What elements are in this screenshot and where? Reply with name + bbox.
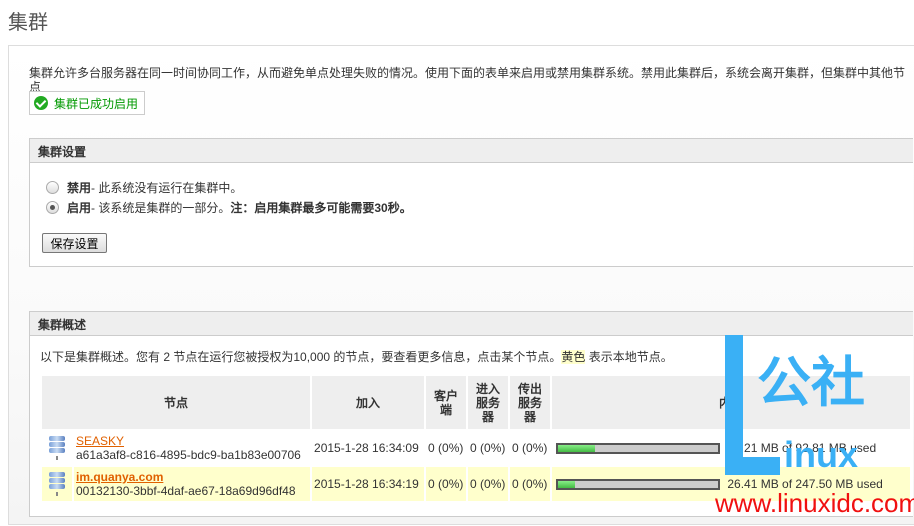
memory-bar-fill: [558, 481, 576, 489]
settings-title: 集群设置: [30, 139, 913, 163]
server-icon-cell: [42, 467, 72, 501]
joined: 2015-1-28 16:34:19: [312, 467, 425, 501]
outgoing: 0 (0%): [512, 441, 548, 455]
memory-bar: [556, 443, 721, 455]
memory-text: 26.41 MB of 247.50 MB used: [727, 477, 883, 491]
option-label: 禁用: [67, 181, 92, 195]
server-icon: [49, 472, 65, 496]
option-enable[interactable]: 启用 - 该系统是集群的一部分。 注：启用集群最多可能需要30秒。: [46, 199, 412, 216]
table-row[interactable]: SEASKY a61a3af8-c816-4895-bdc9-ba1b83e007…: [42, 431, 910, 465]
overview-text-after: 表示本地节点。: [585, 350, 673, 364]
option-note: 注：启用集群最多可能需要30秒。: [230, 201, 412, 215]
radio-enable[interactable]: [46, 201, 59, 214]
clients: 0 (0%): [428, 441, 464, 455]
cluster-overview-box: 集群概述 以下是集群概述。您有 2 节点在运行您被授权为10,000 的节点，要…: [29, 311, 913, 517]
node-id: 00132130-3bbf-4daf-ae67-18a69d96df48: [76, 484, 296, 498]
overview-text-main: 以下是集群概述。您有 2 节点在运行您被授权为10,000 的节点，要查看更多信…: [40, 350, 562, 364]
cluster-panel: 集群允许多台服务器在同一时间协同工作，从而避免单点处理失败的情况。使用下面的表单…: [8, 45, 914, 525]
col-incoming: 进入服务器: [468, 376, 509, 429]
memory-cell: 21.21 MB of 92.81 MB used: [552, 431, 910, 465]
outgoing: 0 (0%): [510, 467, 551, 501]
incoming: 0 (0%): [468, 467, 509, 501]
table-header: 节点 加入 客户端 进入服务器 传出服务器 内存: [42, 376, 910, 429]
joined: 2015-1-28 16:34:09: [314, 441, 419, 455]
table-row[interactable]: im.quanya.com 00132130-3bbf-4daf-ae67-18a…: [42, 467, 910, 501]
col-memory: 内存: [552, 376, 910, 429]
option-label: 启用: [67, 201, 92, 215]
col-outgoing: 传出服务器: [510, 376, 551, 429]
server-icon-cell: [42, 431, 72, 465]
clients: 0 (0%): [426, 467, 467, 501]
server-icon: [49, 436, 65, 460]
node-cell: im.quanya.com 00132130-3bbf-4daf-ae67-18a…: [74, 467, 311, 501]
col-joined: 加入: [312, 376, 425, 429]
memory-text: 21.21 MB of 92.81 MB used: [727, 441, 877, 455]
memory-bar-fill: [558, 445, 595, 453]
nodes-table: 节点 加入 客户端 进入服务器 传出服务器 内存 SEASKY a61a3af8-…: [40, 374, 912, 503]
description: 集群允许多台服务器在同一时间协同工作，从而避免单点处理失败的情况。使用下面的表单…: [29, 66, 906, 94]
success-text: 集群已成功启用: [54, 96, 139, 111]
cluster-settings-box: 集群设置 禁用 - 此系统没有运行在集群中。 启用 - 该系统是集群的一部分。 …: [29, 138, 913, 267]
option-desc: - 该系统是集群的一部分。: [91, 201, 231, 215]
overview-title: 集群概述: [30, 312, 913, 336]
overview-text: 以下是集群概述。您有 2 节点在运行您被授权为10,000 的节点，要查看更多信…: [40, 348, 673, 365]
radio-disable[interactable]: [46, 181, 59, 194]
check-icon: [34, 96, 48, 110]
incoming: 0 (0%): [470, 441, 506, 455]
memory-bar: [556, 479, 721, 491]
option-disable[interactable]: 禁用 - 此系统没有运行在集群中。: [46, 179, 242, 196]
memory-cell: 26.41 MB of 247.50 MB used: [552, 467, 910, 501]
col-clients: 客户端: [426, 376, 467, 429]
option-desc: - 此系统没有运行在集群中。: [91, 181, 243, 195]
node-cell: SEASKY a61a3af8-c816-4895-bdc9-ba1b83e007…: [74, 431, 310, 465]
node-link[interactable]: im.quanya.com: [76, 470, 163, 484]
highlight-word: 黄色: [561, 350, 586, 364]
col-node: 节点: [42, 376, 311, 429]
node-id: a61a3af8-c816-4895-bdc9-ba1b83e00706: [76, 448, 301, 462]
node-link[interactable]: SEASKY: [76, 434, 124, 448]
page-title: 集群: [8, 10, 48, 34]
success-message: 集群已成功启用: [29, 91, 146, 115]
save-settings-button[interactable]: 保存设置: [42, 233, 107, 253]
